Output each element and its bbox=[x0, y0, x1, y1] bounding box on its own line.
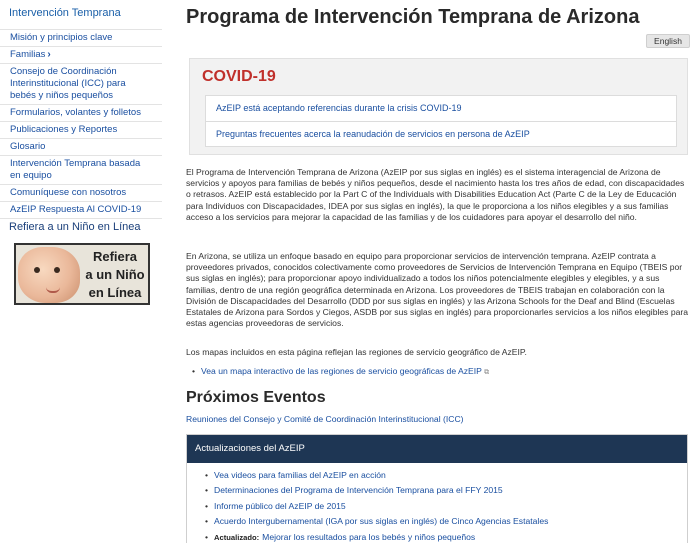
sidebar-item-publicaciones[interactable]: Publicaciones y Reportes bbox=[0, 121, 162, 138]
banner-line: Refiera bbox=[92, 249, 138, 264]
updated-tag: Actualizado: bbox=[214, 532, 260, 542]
bullet-icon: • bbox=[205, 500, 209, 511]
refer-heading: Refiera a un Niño en Línea bbox=[9, 221, 141, 233]
covid-link-faq[interactable]: Preguntas frecuentes acerca la reanudaci… bbox=[206, 121, 676, 146]
sidebar-item-covid[interactable]: AzEIP Respuesta Al COVID-19 bbox=[0, 201, 162, 219]
page-title: Programa de Intervención Temprana de Ari… bbox=[186, 6, 640, 28]
updates-heading: Actualizaciones del AzEIP bbox=[187, 435, 687, 463]
updates-list: • Vea videos para familias del AzEIP en a… bbox=[187, 463, 687, 543]
update-label: Determinaciones del Programa de Interven… bbox=[214, 485, 503, 496]
chevron-right-icon: › bbox=[47, 49, 51, 60]
update-label: Informe público del AzEIP de 2015 bbox=[214, 500, 346, 511]
updates-panel: Actualizaciones del AzEIP • Vea videos pa… bbox=[186, 434, 688, 543]
sidebar-item-glosario[interactable]: Glosario bbox=[0, 138, 162, 155]
external-link-icon: ⧉ bbox=[484, 369, 490, 376]
interactive-map-link[interactable]: • Vea un mapa interactivo de las regiones… bbox=[192, 366, 489, 377]
map-link-label: Vea un mapa interactivo de las regiones … bbox=[201, 366, 482, 376]
covid-title: COVID-19 bbox=[202, 68, 276, 85]
baby-photo bbox=[18, 247, 80, 303]
update-item[interactable]: • Informe público del AzEIP de 2015 bbox=[205, 499, 687, 514]
update-item[interactable]: • Vea videos para familias del AzEIP en a… bbox=[205, 468, 687, 483]
sidebar-item-formularios[interactable]: Formularios, volantes y folletos bbox=[0, 104, 162, 121]
update-item[interactable]: • Determinaciones del Programa de Interve… bbox=[205, 483, 687, 498]
bullet-icon: • bbox=[205, 485, 209, 496]
sidebar-item-label: Glosario bbox=[10, 141, 46, 152]
sidebar-item-label: Formularios, volantes y folletos bbox=[10, 107, 141, 118]
sidebar: Intervención Temprana Misión y principio… bbox=[0, 0, 162, 543]
sidebar-item-icc[interactable]: Consejo de Coordinación Interinstitucion… bbox=[0, 63, 162, 104]
baby-eye bbox=[34, 267, 40, 273]
maps-paragraph: Los mapas incluidos en esta página refle… bbox=[186, 347, 527, 357]
english-language-button[interactable]: English bbox=[646, 34, 690, 48]
sidebar-item-equipo[interactable]: Intervención Temprana basada en equipo bbox=[0, 155, 162, 184]
intro-paragraph: El Programa de Intervención Temprana de … bbox=[186, 167, 685, 222]
sidebar-item-label: Consejo de Coordinación Interinstitucion… bbox=[10, 66, 126, 101]
sidebar-item-contacto[interactable]: Comuníquese con nosotros bbox=[0, 184, 162, 201]
events-heading: Próximos Eventos bbox=[186, 389, 326, 406]
banner-line: a un Niño bbox=[85, 267, 145, 282]
update-item[interactable]: • Actualizado: Mejorar los resultados para… bbox=[205, 530, 687, 543]
banner-line: en Línea bbox=[88, 285, 142, 300]
sidebar-item-label: Publicaciones y Reportes bbox=[10, 124, 118, 135]
bullet-icon: • bbox=[205, 470, 209, 480]
update-item[interactable]: • Acuerdo Intergubernamental (IGA por sus… bbox=[205, 514, 687, 529]
icc-meetings-link[interactable]: Reuniones del Consejo y Comité de Coordi… bbox=[186, 414, 464, 424]
covid-link-list: AzEIP está aceptando referencias durante… bbox=[205, 95, 677, 147]
covid-link-referrals[interactable]: AzEIP está aceptando referencias durante… bbox=[206, 96, 676, 121]
update-label: Mejorar los resultados para los bebés y … bbox=[262, 531, 476, 542]
sidebar-item-label: Misión y principios clave bbox=[10, 32, 113, 43]
bullet-icon: • bbox=[205, 516, 209, 527]
team-approach-paragraph: En Arizona, se utiliza un enfoque basado… bbox=[186, 251, 689, 329]
sidebar-item-mision[interactable]: Misión y principios clave bbox=[0, 29, 162, 46]
sidebar-item-label: Comuníquese con nosotros bbox=[10, 187, 127, 198]
bullet-icon: • bbox=[192, 366, 196, 376]
baby-mouth bbox=[46, 287, 60, 293]
sidebar-title-link[interactable]: Intervención Temprana bbox=[9, 7, 121, 19]
refer-child-banner[interactable]: Refiera a un Niño en Línea bbox=[14, 243, 150, 305]
update-label: Acuerdo Intergubernamental (IGA por sus … bbox=[214, 516, 549, 527]
sidebar-item-label: Intervención Temprana basada en equipo bbox=[10, 158, 141, 181]
banner-text: Refiera a un Niño en Línea bbox=[80, 248, 148, 302]
sidebar-item-label: Familias bbox=[10, 49, 46, 60]
update-label: Vea videos para familias del AzEIP en ac… bbox=[214, 470, 386, 480]
sidebar-nav: Misión y principios clave Familias › Cons… bbox=[0, 29, 162, 219]
sidebar-item-label: AzEIP Respuesta Al COVID-19 bbox=[10, 204, 142, 215]
baby-eye bbox=[54, 267, 60, 273]
sidebar-item-familias[interactable]: Familias › bbox=[0, 46, 162, 63]
bullet-icon: • bbox=[205, 531, 209, 542]
covid-panel: COVID-19 AzEIP está aceptando referencia… bbox=[189, 58, 688, 155]
